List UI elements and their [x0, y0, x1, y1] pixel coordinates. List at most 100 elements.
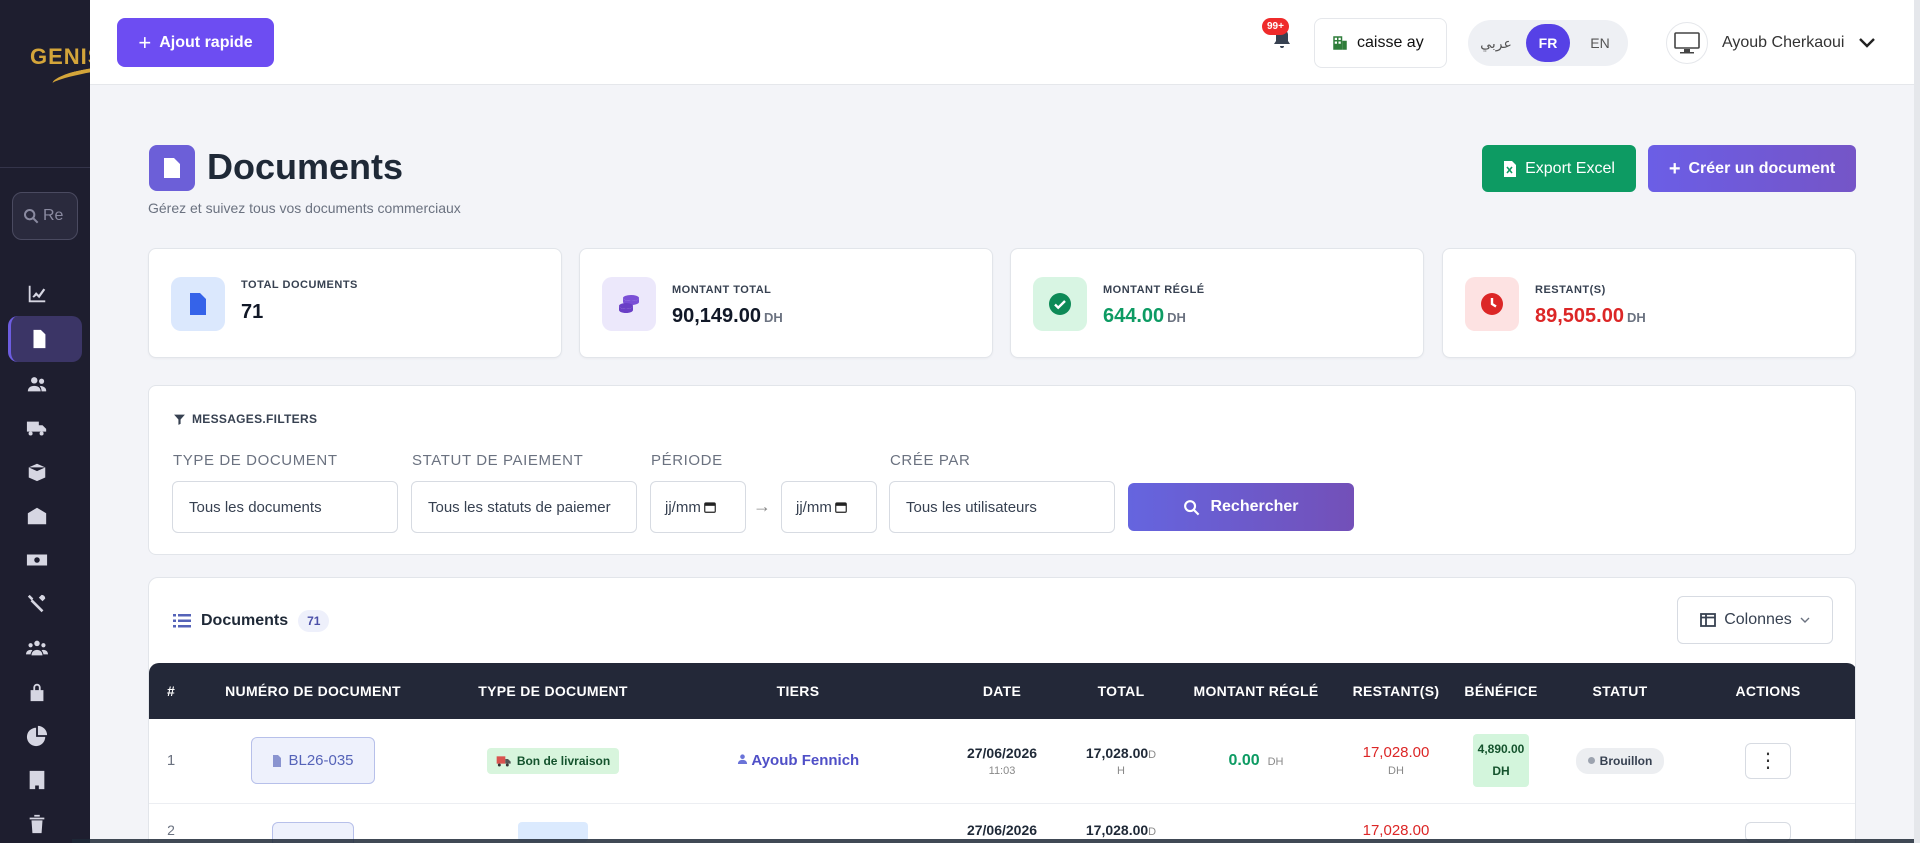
search-button[interactable]: Rechercher — [1128, 483, 1354, 531]
col-header-tiers[interactable]: TIERS — [673, 663, 923, 719]
documents-header-icon — [149, 145, 195, 191]
sidebar-item-trash[interactable] — [0, 802, 90, 843]
quick-add-button[interactable]: + Ajout rapide — [117, 18, 274, 67]
list-icon — [173, 614, 191, 628]
filters-title-text: MESSAGES.FILTERS — [192, 412, 318, 426]
sidebar-item-finance[interactable] — [0, 538, 90, 582]
logo[interactable]: GENIS — [0, 0, 90, 168]
clock-icon — [1481, 293, 1503, 315]
excel-icon — [1504, 160, 1517, 177]
date-value: 27/06/2026 — [966, 744, 1038, 761]
monitor-icon — [1674, 32, 1700, 54]
user-name: Ayoub Cherkaoui — [1722, 34, 1845, 51]
logo-text: GENIS — [30, 44, 90, 69]
cell-date: 27/06/2026 — [923, 803, 1081, 843]
total-unit-a: D — [1148, 748, 1157, 761]
tiers-link[interactable]: Ayoub Fennich — [737, 752, 859, 769]
doc-type-text: Bon de livraison — [516, 753, 611, 768]
col-header-benefice[interactable]: BÉNÉFICE — [1441, 663, 1561, 719]
lock-icon — [30, 683, 44, 702]
plus-icon: + — [1668, 157, 1681, 180]
warehouse-icon — [27, 507, 47, 525]
filter-cree-select[interactable]: Tous les utilisateurs — [889, 481, 1115, 533]
filter-type-value: Tous les documents — [189, 498, 322, 516]
sidebar-search-input[interactable]: Re — [12, 192, 78, 240]
status-dot — [1587, 757, 1595, 765]
filter-periode-label: PÉRIODE — [651, 452, 723, 469]
restant-value: 17,028.00 — [1362, 744, 1430, 762]
table-header: Documents 71 — [173, 610, 330, 632]
stat-value: 644.00 — [1103, 305, 1165, 327]
user-menu[interactable]: Ayoub Cherkaoui — [1666, 22, 1876, 64]
sidebar-item-tools[interactable] — [0, 582, 90, 626]
col-header-numero[interactable]: NUMÉRO DE DOCUMENT — [193, 663, 433, 719]
table-row[interactable]: 2 27/06/2026 17,028.00D 17,028.00 — [149, 803, 1855, 843]
coins-icon — [619, 295, 639, 313]
col-header-actions[interactable]: ACTIONS — [1679, 663, 1855, 719]
cell-total: 17,028.00D — [1081, 803, 1161, 843]
row-actions-button[interactable]: ⋮ — [1745, 742, 1791, 779]
sidebar-item-products[interactable] — [0, 450, 90, 494]
col-header-date[interactable]: DATE — [923, 663, 1081, 719]
col-header-restants[interactable]: RESTANT(S) — [1351, 663, 1441, 719]
vertical-scrollbar[interactable] — [1914, 0, 1920, 843]
chart-line-icon — [28, 285, 46, 303]
regle-unit: DH — [1267, 755, 1284, 768]
lang-ar[interactable]: عربي — [1474, 24, 1518, 62]
cell-doc-number: BL26-035 — [193, 719, 433, 804]
table-title: Documents — [201, 612, 289, 629]
search-button-label: Rechercher — [1210, 498, 1299, 515]
filter-cree-value: Tous les utilisateurs — [906, 498, 1037, 516]
sidebar-item-documents[interactable] — [8, 316, 82, 362]
sidebar-item-team[interactable] — [0, 626, 90, 670]
cell-doc-type — [433, 803, 673, 843]
file-icon — [273, 754, 282, 767]
columns-button[interactable]: Colonnes — [1677, 596, 1833, 644]
sidebar-item-warehouse[interactable] — [0, 494, 90, 538]
building-icon — [29, 770, 45, 790]
calendar-icon — [703, 502, 716, 513]
lang-fr[interactable]: FR — [1526, 24, 1570, 62]
cell-restant: 17,028.00 — [1351, 803, 1441, 843]
sidebar-item-dashboard[interactable] — [0, 272, 90, 316]
total-value: 17,028.00 — [1085, 744, 1149, 761]
sidebar: GENIS Re — [0, 0, 90, 843]
caisse-selector[interactable]: caisse ay — [1314, 18, 1447, 68]
language-switcher: عربي FR EN — [1468, 20, 1628, 66]
period-arrow: → — [753, 496, 771, 516]
create-document-label: Créer un document — [1688, 159, 1836, 177]
sidebar-item-delivery[interactable] — [0, 406, 90, 450]
stat-unit: DH — [1626, 310, 1646, 325]
create-document-button[interactable]: + Créer un document — [1648, 145, 1856, 192]
search-icon — [24, 209, 39, 224]
tools-icon — [27, 594, 46, 613]
total-unit-a: D — [1148, 825, 1157, 838]
sidebar-item-clients[interactable] — [0, 362, 90, 406]
cell-doc-number — [193, 803, 433, 843]
stat-label: RESTANT(S) — [1535, 284, 1606, 296]
sidebar-item-company[interactable] — [0, 758, 90, 802]
filter-type-label: TYPE DE DOCUMENT — [173, 452, 338, 469]
doc-number-link[interactable]: BL26-035 — [251, 737, 375, 785]
row-index: 1 — [149, 719, 193, 804]
stat-value-wrap: 644.00 DH — [1103, 305, 1186, 328]
col-header-montant-regle[interactable]: MONTANT RÉGLÉ — [1161, 663, 1351, 719]
cell-statut — [1561, 803, 1679, 843]
date-to-input[interactable]: jj/mm — [781, 481, 877, 533]
date-from-input[interactable]: jj/mm — [650, 481, 746, 533]
col-header-type[interactable]: TYPE DE DOCUMENT — [433, 663, 673, 719]
table-row[interactable]: 1 BL26-035 Bon de livraison Ayoub Fennic… — [149, 719, 1855, 804]
export-excel-button[interactable]: Export Excel — [1482, 145, 1636, 192]
col-header-total[interactable]: TOTAL — [1081, 663, 1161, 719]
sidebar-item-reports[interactable] — [0, 714, 90, 758]
documents-table-panel: Documents 71 Colonnes # NUMÉRO DE DOCUME… — [148, 577, 1856, 843]
col-header-index[interactable]: # — [149, 663, 193, 719]
lang-en[interactable]: EN — [1578, 24, 1622, 62]
filter-type-select[interactable]: Tous les documents — [172, 481, 398, 533]
sidebar-item-security[interactable] — [0, 670, 90, 714]
col-header-statut[interactable]: STATUT — [1561, 663, 1679, 719]
filter-statut-select[interactable]: Tous les statuts de paiemer — [411, 481, 637, 533]
stat-value: 90,149.00 — [672, 305, 761, 327]
horizontal-scrollbar[interactable] — [72, 839, 1920, 843]
filter-statut-label: STATUT DE PAIEMENT — [412, 452, 584, 469]
